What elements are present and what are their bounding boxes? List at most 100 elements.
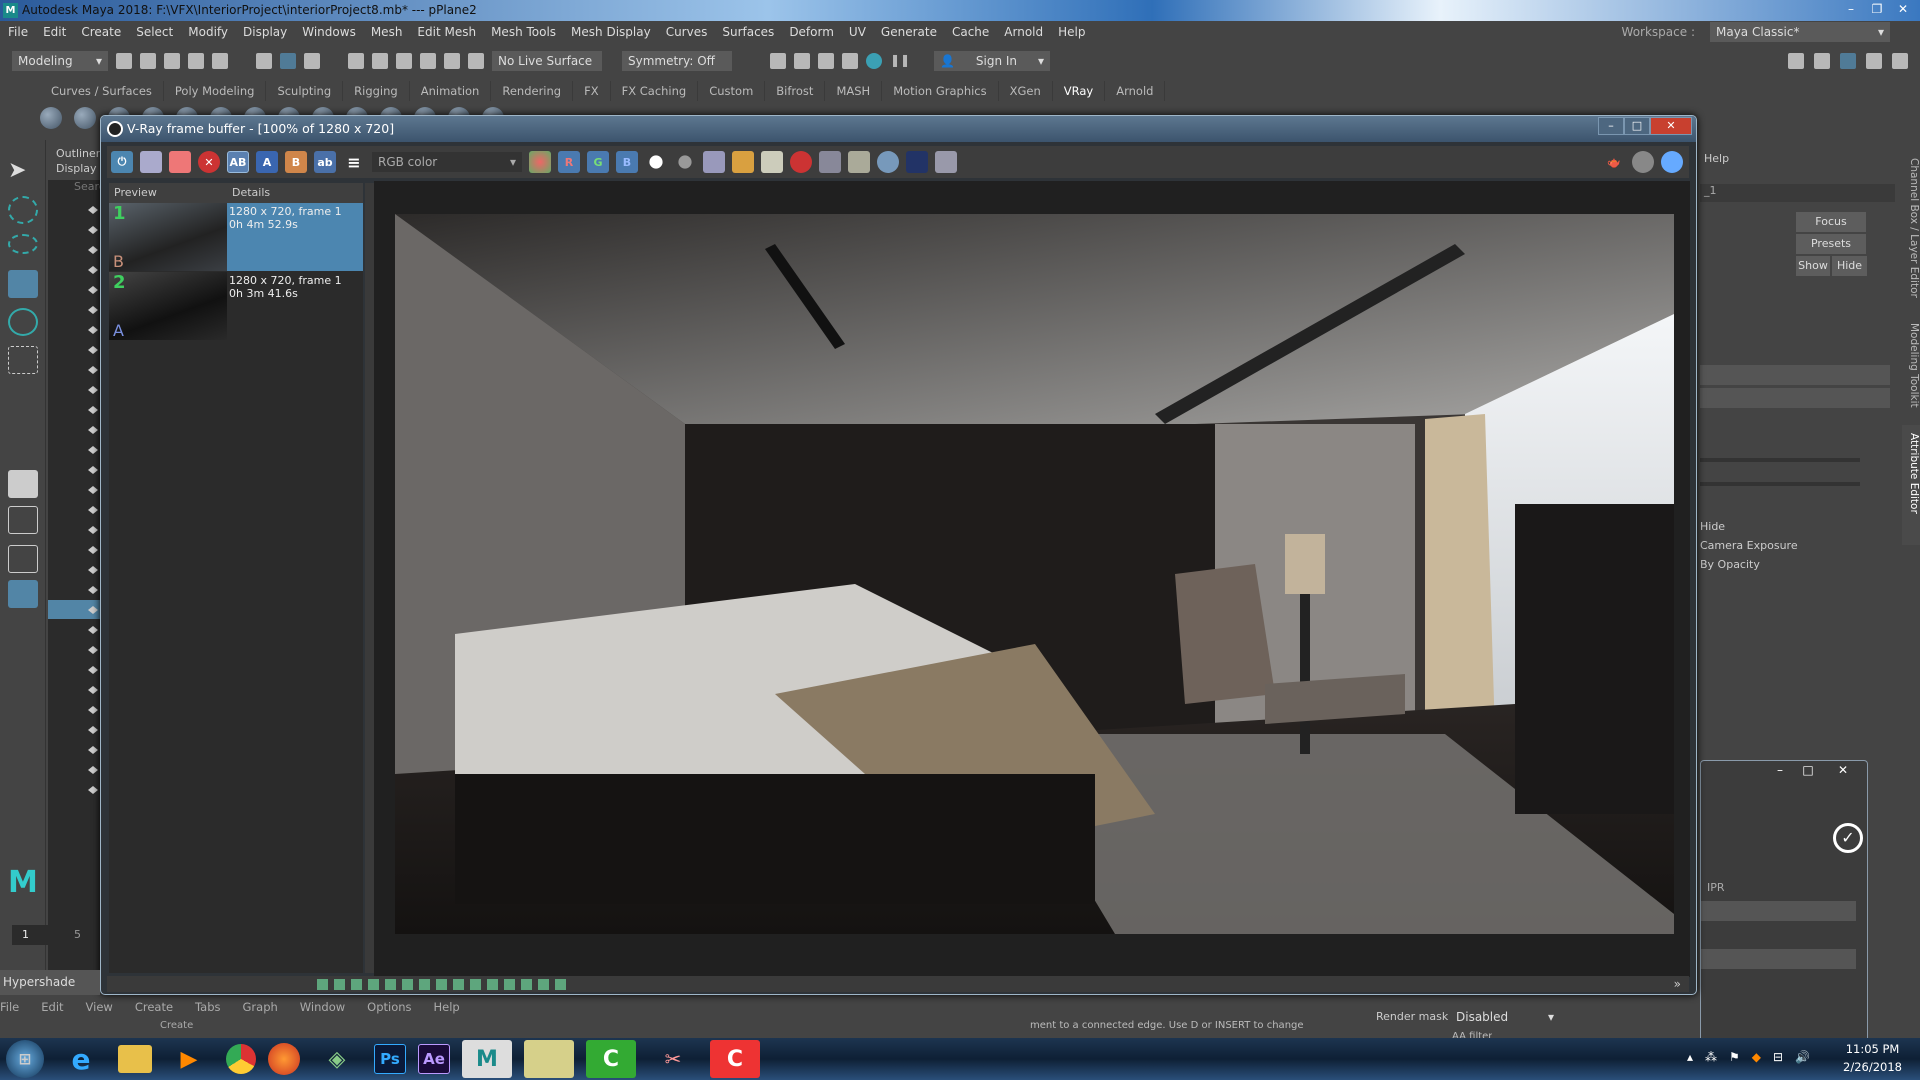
outliner-item[interactable] [48, 620, 102, 640]
menu-edit[interactable]: Edit [43, 25, 66, 39]
ipr-render-icon[interactable]: 🫖 [1603, 151, 1625, 173]
snap-point-icon[interactable] [396, 53, 412, 69]
close-button[interactable]: ✕ [1890, 0, 1916, 18]
outliner-item[interactable] [48, 260, 102, 280]
render-teapot-icon[interactable] [877, 151, 899, 173]
snap-view-plane-icon[interactable] [444, 53, 460, 69]
save-current-icon[interactable] [703, 151, 725, 173]
alpha-channel-icon[interactable] [649, 155, 663, 169]
shelf-tab-motion-graphics[interactable]: Motion Graphics [882, 81, 999, 101]
lens-effects-icon[interactable] [906, 151, 928, 173]
clear-image-icon[interactable]: ✕ [198, 151, 220, 173]
shelf-tab-xgen[interactable]: XGen [999, 81, 1053, 101]
ipr-render-icon[interactable] [818, 53, 834, 69]
close-button[interactable]: ✕ [1823, 763, 1863, 777]
outliner-item[interactable] [48, 220, 102, 240]
start-button[interactable]: ⊞ [6, 1040, 44, 1078]
compare-ab-icon[interactable]: AB [227, 151, 249, 173]
character-controls-icon[interactable] [1814, 53, 1830, 69]
levels-icon[interactable] [402, 978, 413, 990]
taskbar-clock[interactable]: 11:05 PM 2/26/2018 [1843, 1040, 1902, 1076]
tab-attribute-editor[interactable]: Attribute Editor [1902, 425, 1920, 545]
redo-icon[interactable] [212, 53, 228, 69]
ae-slider[interactable] [1700, 482, 1860, 486]
outliner-layout-icon[interactable] [8, 580, 38, 608]
lasso-tool-icon[interactable] [8, 196, 38, 224]
two-view-layout-icon[interactable] [8, 545, 38, 573]
shelf-tab-sculpting[interactable]: Sculpting [266, 81, 344, 101]
volume-icon[interactable]: 🔊 [1795, 1050, 1810, 1064]
move-tool-icon[interactable] [8, 270, 38, 298]
white-balance-icon[interactable] [453, 978, 464, 990]
camtasia-recorder-icon[interactable]: C [710, 1040, 760, 1078]
shelf-tab-curves-surfaces[interactable]: Curves / Surfaces [40, 81, 164, 101]
rs-section[interactable] [1701, 949, 1856, 969]
menu-help[interactable]: Help [1058, 25, 1085, 39]
hs-menu-view[interactable]: View [86, 997, 113, 1017]
menu-windows[interactable]: Windows [302, 25, 356, 39]
select-hierarchy-icon[interactable] [256, 53, 272, 69]
attribute-editor-toggle-icon[interactable] [1840, 53, 1856, 69]
expand-icon[interactable]: » [1674, 977, 1681, 991]
select-tool-icon[interactable]: ➤ [8, 158, 38, 186]
outliner-item[interactable] [48, 240, 102, 260]
exposure-icon[interactable] [368, 978, 379, 990]
shelf-tab-mash[interactable]: MASH [825, 81, 883, 101]
outliner-item[interactable] [48, 200, 102, 220]
ipr-tab[interactable]: IPR [1707, 881, 1725, 894]
paint-select-icon[interactable] [8, 234, 38, 254]
outliner-item[interactable] [48, 760, 102, 780]
outliner-item[interactable] [48, 500, 102, 520]
stop-ipr-icon[interactable] [1632, 151, 1654, 173]
shelf-tab-poly-modeling[interactable]: Poly Modeling [164, 81, 267, 101]
snap-projected-icon[interactable] [420, 53, 436, 69]
vfb-minimize-button[interactable]: – [1598, 117, 1624, 135]
select-object-icon[interactable] [280, 53, 296, 69]
outliner-item[interactable] [48, 460, 102, 480]
internet-explorer-icon[interactable]: e [56, 1040, 106, 1078]
track-mouse-icon[interactable] [848, 151, 870, 173]
render-current-icon[interactable] [794, 53, 810, 69]
tool-settings-icon[interactable] [1866, 53, 1882, 69]
background-icon[interactable] [470, 978, 481, 990]
shelf-tab-animation[interactable]: Animation [410, 81, 492, 101]
menu-display[interactable]: Display [243, 25, 287, 39]
sticky-notes-icon[interactable] [524, 1040, 574, 1078]
histogram-icon[interactable] [419, 978, 430, 990]
green-channel-button[interactable]: G [587, 151, 609, 173]
lut-icon[interactable] [487, 978, 498, 990]
outliner-display-menu[interactable]: Display [56, 161, 97, 176]
snipping-tool-icon[interactable]: ✂ [648, 1040, 698, 1078]
menu-mesh-tools[interactable]: Mesh Tools [491, 25, 556, 39]
compare-icon[interactable] [538, 978, 549, 990]
modeling-toolkit-icon[interactable] [1788, 53, 1804, 69]
mode-dropdown[interactable]: Modeling ▾ [12, 51, 108, 71]
outliner-item[interactable] [48, 360, 102, 380]
menu-generate[interactable]: Generate [881, 25, 937, 39]
presets-button[interactable]: Presets [1796, 234, 1866, 254]
save-scene-icon[interactable] [164, 53, 180, 69]
outliner-item[interactable] [48, 520, 102, 540]
render-mask-dropdown[interactable]: Disabled ▾ [1450, 1007, 1560, 1027]
menu-arnold[interactable]: Arnold [1004, 25, 1043, 39]
four-view-layout-icon[interactable] [8, 506, 38, 534]
maximize-button[interactable]: ❐ [1864, 0, 1890, 18]
outliner-item[interactable] [48, 560, 102, 580]
mono-icon[interactable] [678, 155, 692, 169]
shelf-tab-rendering[interactable]: Rendering [491, 81, 574, 101]
scale-tool-icon[interactable] [8, 346, 38, 374]
maximize-button[interactable]: □ [1795, 763, 1821, 777]
render-settings-icon[interactable] [842, 53, 858, 69]
ae-slider[interactable] [1700, 458, 1860, 462]
vray-shelf-icon[interactable] [40, 107, 62, 129]
ab-swap-icon[interactable]: ab [314, 151, 336, 173]
ocio-icon[interactable] [504, 978, 515, 990]
history-item[interactable]: 2A 1280 x 720, frame 1 0h 3m 41.6s [109, 272, 363, 340]
stop-render-icon[interactable] [790, 151, 812, 173]
srgb-icon[interactable] [521, 978, 532, 990]
red-channel-button[interactable]: R [558, 151, 580, 173]
select-component-icon[interactable] [304, 53, 320, 69]
render-view-icon[interactable] [770, 53, 786, 69]
hs-menu-help[interactable]: Help [434, 997, 460, 1017]
rs-section[interactable] [1701, 901, 1856, 921]
